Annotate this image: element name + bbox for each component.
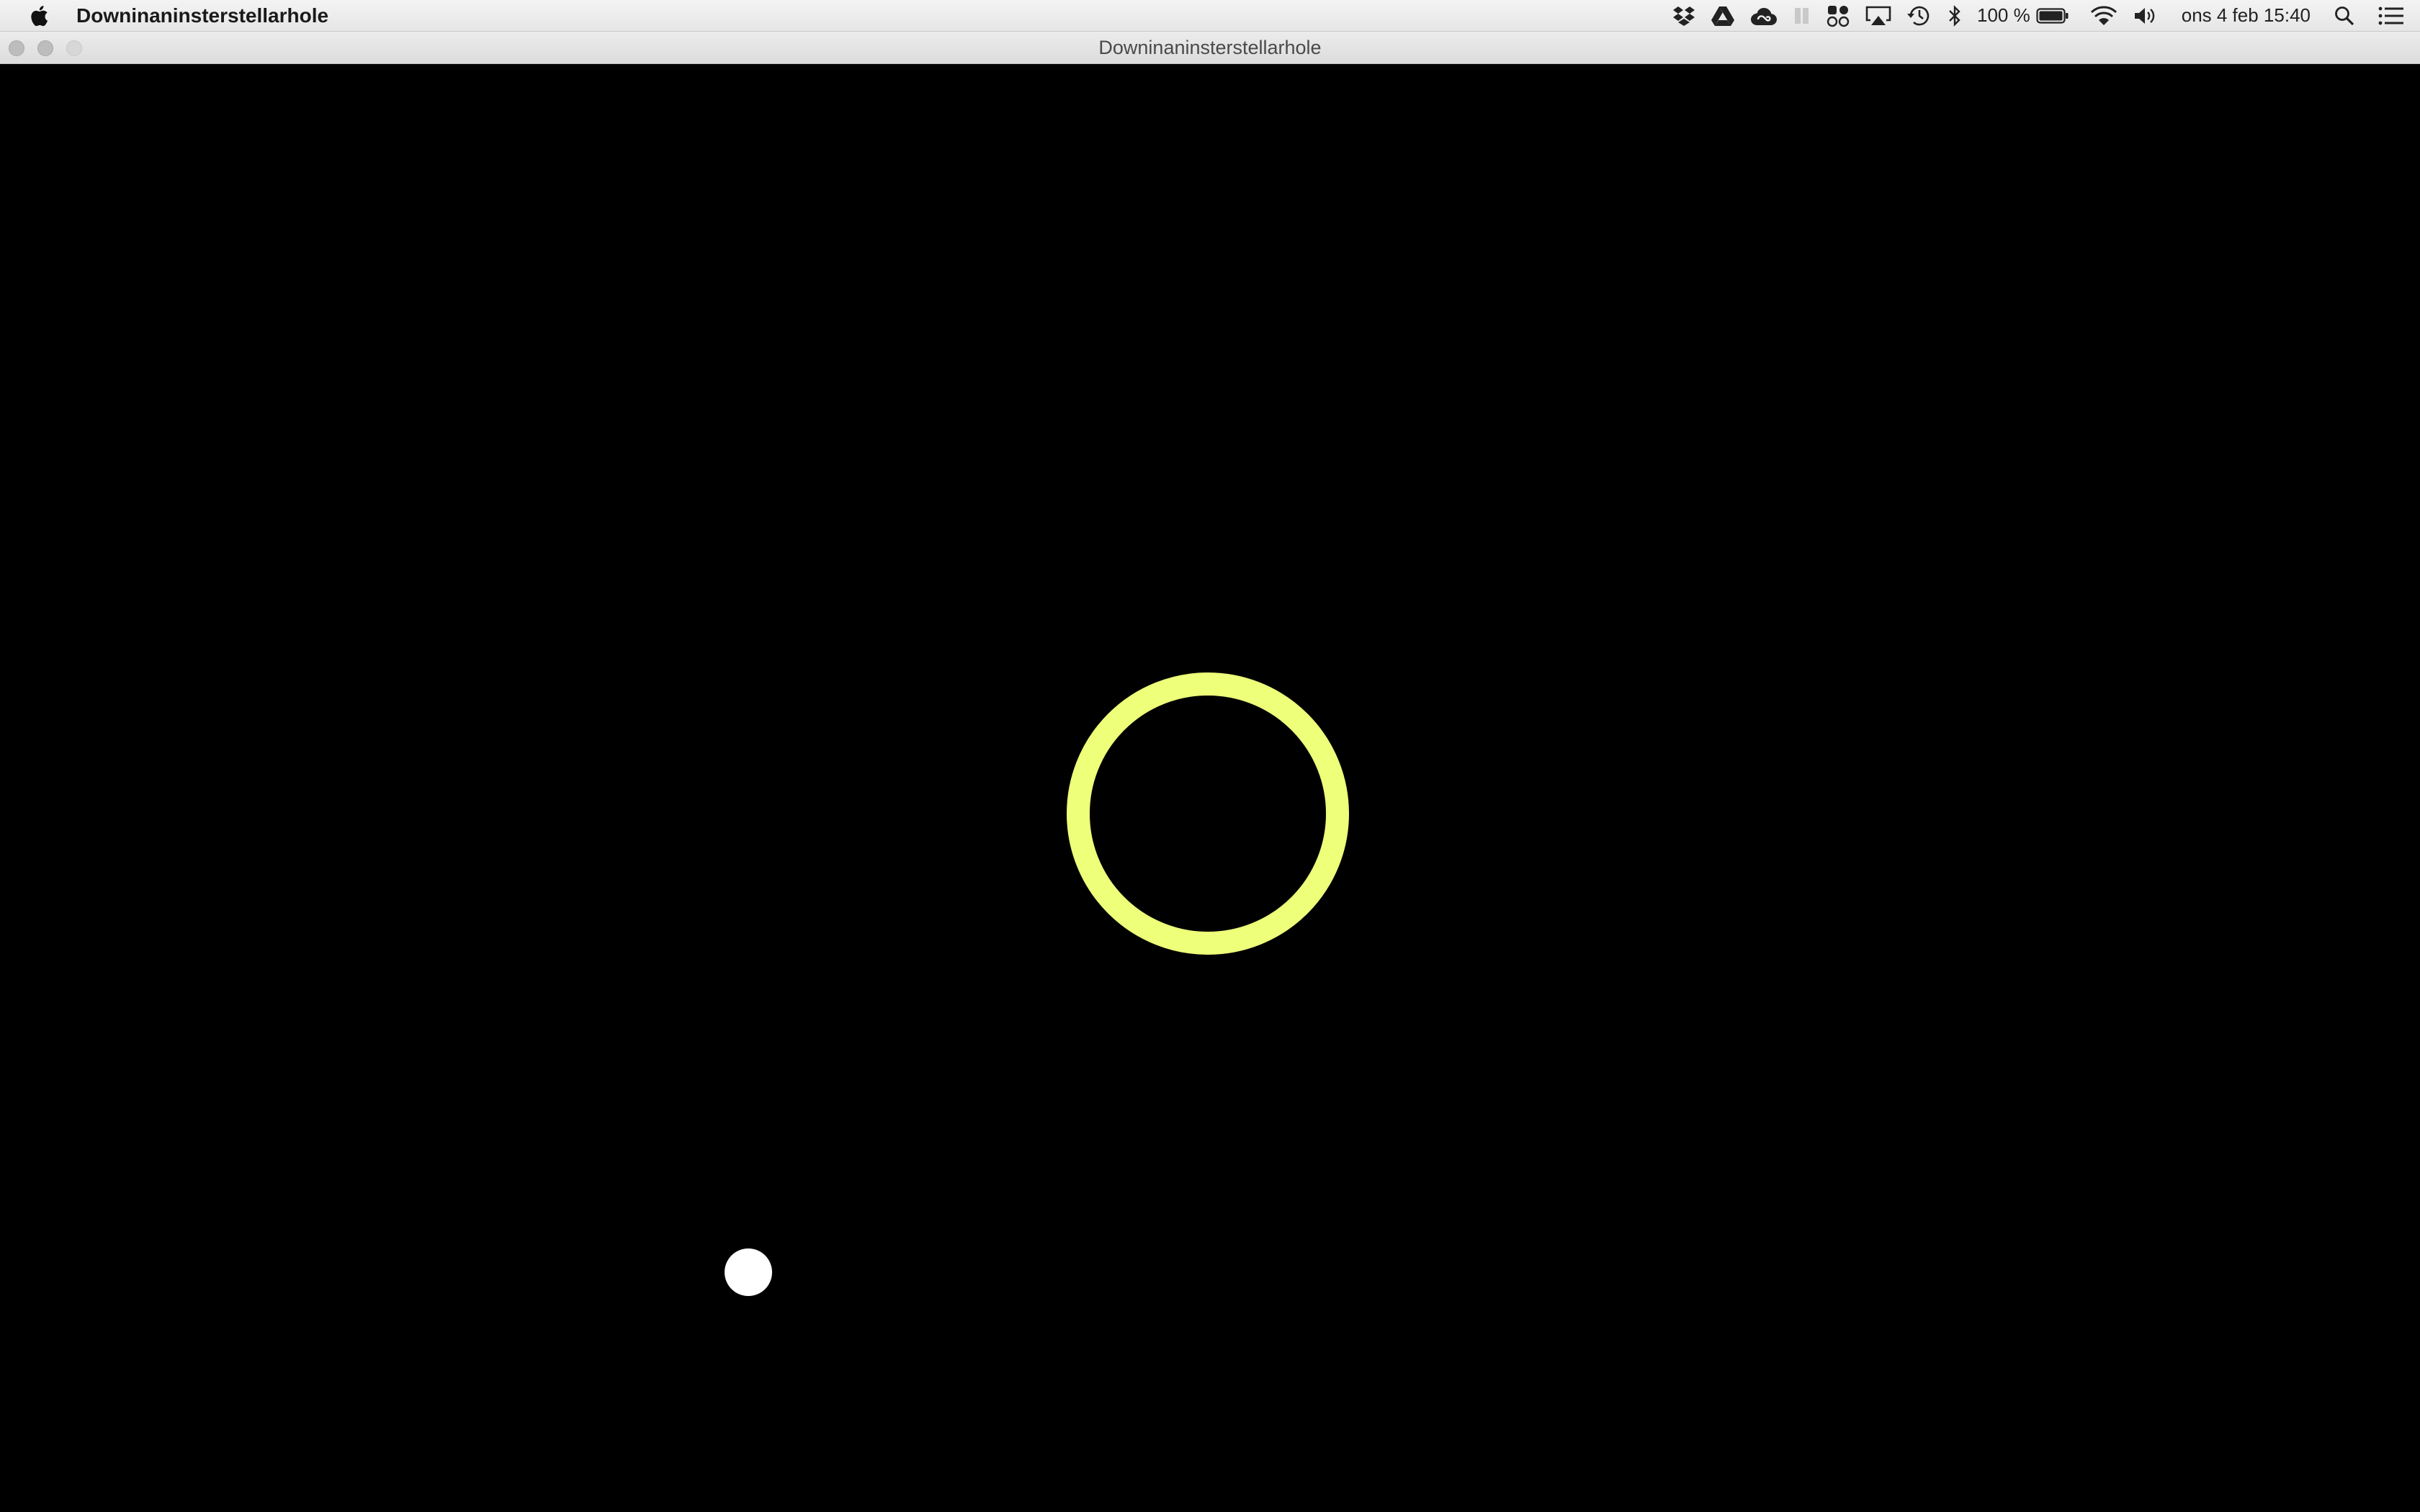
battery-percentage: 100 % (1977, 4, 2030, 26)
menu-clock[interactable]: ons 4 feb 15:40 (2182, 0, 2311, 32)
creative-cloud-icon[interactable] (1749, 0, 1778, 32)
hole-ring (1067, 672, 1349, 955)
bluetooth-icon[interactable] (1947, 0, 1963, 32)
volume-icon[interactable] (2133, 0, 2157, 32)
menu-bar: Downinaninsterstellarhole 100 % ons 4 fe… (0, 0, 2420, 32)
player-ball (725, 1248, 772, 1296)
apple-menu-icon[interactable] (23, 0, 55, 32)
battery-icon[interactable] (2036, 0, 2069, 32)
wifi-icon[interactable] (2089, 0, 2118, 32)
spotlight-icon[interactable] (2334, 0, 2355, 32)
dropbox-icon[interactable] (1672, 0, 1696, 32)
airplay-icon[interactable] (1865, 0, 1892, 32)
status-area: 100 % ons 4 feb 15:40 (1657, 0, 2404, 32)
google-drive-icon[interactable] (1711, 0, 1735, 32)
window-title-bar[interactable]: Downinaninsterstellarhole (0, 32, 2420, 64)
notification-center-icon[interactable] (2378, 0, 2404, 32)
app-indicator-icon[interactable] (1793, 0, 1811, 32)
app-menu-name[interactable]: Downinaninsterstellarhole (76, 4, 328, 27)
time-machine-icon[interactable] (1906, 0, 1932, 32)
cluster-icon[interactable] (1826, 0, 1850, 32)
window-title: Downinaninsterstellarhole (1098, 37, 1322, 58)
game-canvas[interactable] (0, 64, 2420, 1512)
